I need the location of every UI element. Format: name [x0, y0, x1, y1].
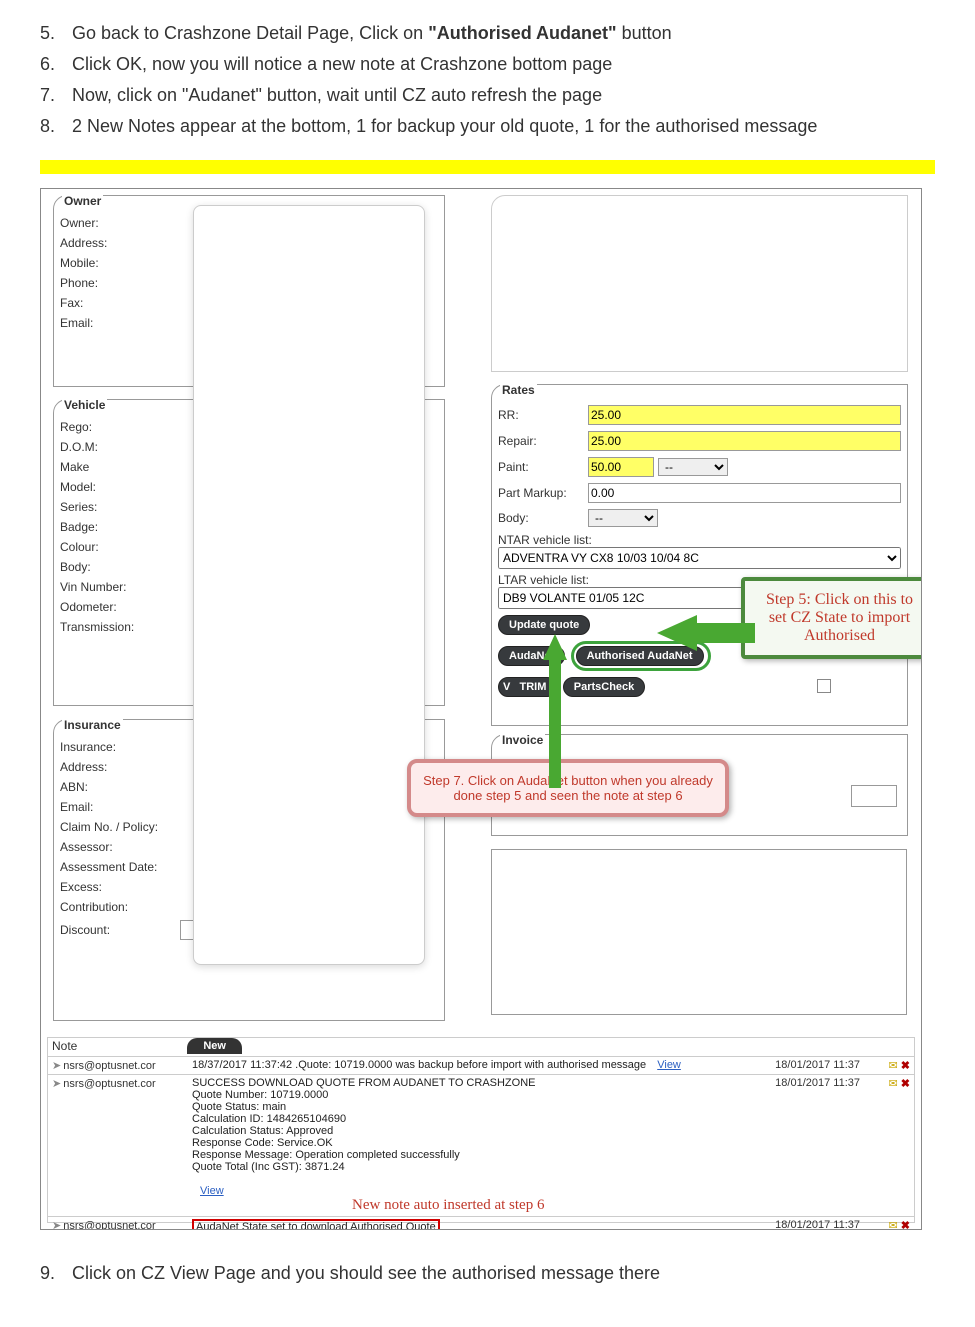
step-6-num: 6. [40, 51, 72, 78]
note-section: Note New ➤nsrs@optusnet.cor 18/37/2017 1… [47, 1037, 915, 1223]
note-2-msg: SUCCESS DOWNLOAD QUOTE FROM AUDANET TO C… [192, 1077, 536, 1173]
rates-checkbox[interactable] [817, 679, 831, 693]
rates-body-select[interactable]: -- [588, 509, 658, 527]
insurance-label-adate: Assessment Date: [60, 860, 180, 874]
owner-label-phone: Phone: [60, 276, 180, 290]
rates-paint-input[interactable] [588, 457, 654, 477]
vehicle-label-model: Model: [60, 480, 180, 494]
rates-markup-input[interactable] [588, 483, 901, 503]
invoice-panel-title: Invoice [500, 733, 545, 747]
callout-step-5: Step 5: Click on this to set CZ State to… [741, 577, 922, 659]
arrow-step-5 [657, 615, 697, 651]
vehicle-label-vin: Vin Number: [60, 580, 180, 594]
note-row-3: ➤nsrs@optusnet.cor AudaNet State set to … [48, 1216, 914, 1230]
top-right-panel [491, 195, 908, 372]
step-7-num: 7. [40, 82, 72, 109]
rates-rr-input[interactable] [588, 405, 901, 425]
insurance-label-contribution: Contribution: [60, 900, 180, 914]
instruction-steps-after: 9. Click on CZ View Page and you should … [40, 1260, 935, 1287]
mail-icon[interactable]: ✉ [889, 1078, 898, 1090]
note-row-1: ➤nsrs@optusnet.cor 18/37/2017 11:37:42 .… [48, 1056, 914, 1074]
vehicle-label-colour: Colour: [60, 540, 180, 554]
note-1-date: 18/01/2017 11:37 [740, 1059, 860, 1071]
rates-label-body: Body: [498, 511, 588, 525]
vehicle-panel-title: Vehicle [62, 398, 107, 412]
insurance-label-claim: Claim No. / Policy: [60, 820, 180, 834]
notes-textarea[interactable] [491, 849, 907, 1015]
note-2-date: 18/01/2017 11:37 [740, 1077, 860, 1089]
callout-step-7: Step 7. Click on AudaNet button when you… [407, 759, 729, 817]
owner-label-address: Address: [60, 236, 180, 250]
chevron-right-icon: ➤ [52, 1220, 61, 1230]
step-9-num: 9. [40, 1260, 72, 1287]
owner-label-fax: Fax: [60, 296, 180, 310]
note-new-button[interactable]: New [187, 1038, 242, 1054]
step-9-text: Click on CZ View Page and you should see… [72, 1260, 935, 1287]
delete-icon[interactable]: ✖ [901, 1078, 910, 1090]
update-quote-button[interactable]: Update quote [498, 615, 590, 635]
rates-label-markup: Part Markup: [498, 486, 588, 500]
mail-icon[interactable]: ✉ [889, 1220, 898, 1230]
insurance-label-assessor: Assessor: [60, 840, 180, 854]
rates-repair-input[interactable] [588, 431, 901, 451]
yellow-highlight-bar [40, 160, 935, 174]
rates-label-repair: Repair: [498, 434, 588, 448]
step-8-num: 8. [40, 113, 72, 140]
owner-label-email: Email: [60, 316, 180, 330]
insurance-label-discount: Discount: [60, 923, 180, 937]
note-3-red-highlight: AudaNet State set to download Authorised… [192, 1219, 440, 1230]
note-1-email: nsrs@optusnet.cor [63, 1060, 156, 1072]
rates-ltar-select[interactable]: DB9 VOLANTE 01/05 12C [498, 587, 756, 609]
insurance-label-address: Address: [60, 760, 180, 774]
partscheck-button[interactable]: PartsCheck [563, 677, 646, 697]
vehicle-label-dom: D.O.M: [60, 440, 180, 454]
mail-icon[interactable]: ✉ [889, 1060, 898, 1072]
note-1-view-link[interactable]: View [657, 1059, 681, 1071]
rates-panel-title: Rates [500, 383, 537, 397]
vehicle-label-series: Series: [60, 500, 180, 514]
vehicle-label-trans: Transmission: [60, 620, 180, 634]
delete-icon[interactable]: ✖ [901, 1220, 910, 1230]
chevron-right-icon: ➤ [52, 1060, 61, 1072]
note-title: Note [52, 1039, 77, 1053]
insurance-label-insurance: Insurance: [60, 740, 180, 754]
vehicle-label-make: Make [60, 460, 180, 474]
owner-label-owner: Owner: [60, 216, 180, 230]
owner-label-mobile: Mobile: [60, 256, 180, 270]
owner-panel-title: Owner [62, 194, 103, 208]
step-7-text: Now, click on "Audanet" button, wait unt… [72, 82, 935, 109]
insurance-panel-title: Insurance [62, 718, 123, 732]
note-2-view-link[interactable]: View [200, 1185, 224, 1197]
invoice-small-input[interactable] [851, 785, 897, 807]
step-6-text: Click OK, now you will notice a new note… [72, 51, 935, 78]
crashzone-screenshot: Owner Owner: Address: Mobile: Phone: Fax… [40, 188, 922, 1230]
step-8-text: 2 New Notes appear at the bottom, 1 for … [72, 113, 935, 140]
vehicle-label-odo: Odometer: [60, 600, 180, 614]
insurance-label-abn: ABN: [60, 780, 180, 794]
note-row-2: ➤nsrs@optusnet.cor SUCCESS DOWNLOAD QUOT… [48, 1074, 914, 1216]
rates-ntar-select[interactable]: ADVENTRA VY CX8 10/03 10/04 8C [498, 547, 901, 569]
step-5-text: Go back to Crashzone Detail Page, Click … [72, 20, 935, 47]
step-5-num: 5. [40, 20, 72, 47]
insurance-label-excess: Excess: [60, 880, 180, 894]
instruction-steps: 5. Go back to Crashzone Detail Page, Cli… [40, 20, 935, 140]
floating-white-card [193, 205, 425, 965]
vehicle-label-rego: Rego: [60, 420, 180, 434]
note-3-msg: AudaNet State set to download Authorised… [196, 1221, 436, 1230]
rates-label-ntar: NTAR vehicle list: [498, 533, 901, 547]
red-insert-annotation: New note auto inserted at step 6 [352, 1197, 544, 1213]
note-3-email: nsrs@optusnet.cor [63, 1220, 156, 1230]
rates-paint-select[interactable]: -- [658, 458, 728, 476]
note-1-msg: 18/37/2017 11:37:42 .Quote: 10719.0000 w… [192, 1059, 646, 1071]
vehicle-label-badge: Badge: [60, 520, 180, 534]
vehicle-label-body: Body: [60, 560, 180, 574]
insurance-label-email: Email: [60, 800, 180, 814]
delete-icon[interactable]: ✖ [901, 1060, 910, 1072]
rates-label-paint: Paint: [498, 460, 588, 474]
note-3-date: 18/01/2017 11:37 [740, 1219, 860, 1230]
chevron-right-icon: ➤ [52, 1078, 61, 1090]
note-2-email: nsrs@optusnet.cor [63, 1078, 156, 1090]
rates-label-rr: RR: [498, 408, 588, 422]
arrow-step-7 [543, 634, 567, 660]
